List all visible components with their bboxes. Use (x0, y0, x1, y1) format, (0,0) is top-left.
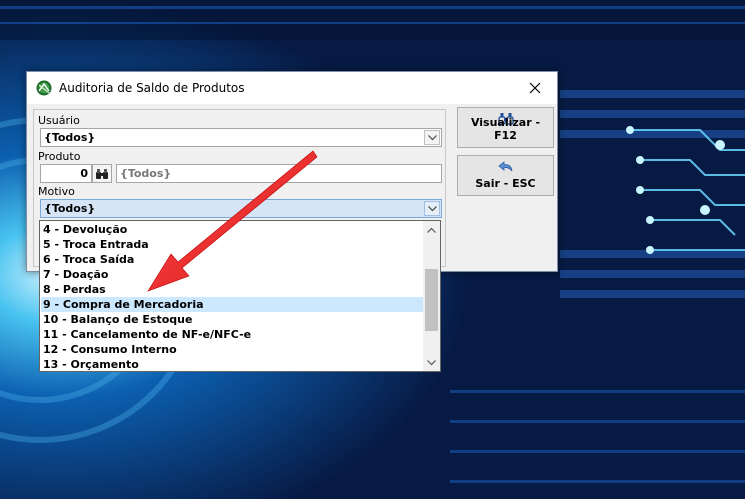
sair-label: Sair - ESC (475, 177, 536, 190)
chevron-down-icon (427, 359, 436, 365)
dropdown-scrollbar[interactable] (423, 221, 440, 371)
produto-label: Produto (38, 150, 81, 163)
usuario-select[interactable]: {Todos} (40, 128, 442, 147)
motivo-value: {Todos} (44, 202, 96, 215)
usuario-dropdown-button[interactable] (424, 130, 440, 145)
visualizar-label: Visualizar - F12 (470, 116, 541, 142)
dropdown-option[interactable]: 12 - Consumo Interno (41, 342, 424, 357)
dropdown-option[interactable]: 4 - Devolução (41, 222, 424, 237)
visualizar-button[interactable]: Visualizar - F12 (457, 107, 554, 148)
dropdown-option[interactable]: 9 - Compra de Mercadoria (41, 297, 424, 312)
motivo-select[interactable]: {Todos} (40, 199, 442, 218)
motivo-dropdown-button[interactable] (424, 201, 440, 216)
produto-name-field: {Todos} (116, 164, 442, 183)
dropdown-option[interactable]: 6 - Troca Saída (41, 252, 424, 267)
scroll-up-button[interactable] (423, 221, 440, 238)
usuario-value: {Todos} (44, 131, 96, 144)
dropdown-option[interactable]: 5 - Troca Entrada (41, 237, 424, 252)
scroll-thumb[interactable] (425, 269, 438, 331)
binoculars-icon (96, 168, 108, 179)
chevron-down-icon (427, 205, 437, 211)
produto-search-button[interactable] (92, 164, 112, 183)
chevron-down-icon (427, 134, 437, 140)
close-button[interactable] (513, 72, 557, 103)
sair-button[interactable]: Sair - ESC (457, 155, 554, 196)
scroll-down-button[interactable] (423, 354, 440, 371)
back-arrow-icon (497, 161, 512, 172)
app-logo-icon (36, 80, 52, 96)
motivo-dropdown-list[interactable]: 4 - Devolução 5 - Troca Entrada 6 - Troca … (39, 220, 441, 372)
title-bar: Auditoria de Saldo de Produtos (27, 72, 557, 104)
produto-code-value: 0 (80, 167, 88, 180)
window-title: Auditoria de Saldo de Produtos (59, 81, 245, 95)
dropdown-option[interactable]: 13 - Orçamento (41, 357, 424, 372)
motivo-label: Motivo (38, 185, 75, 198)
dropdown-option[interactable]: 11 - Cancelamento de NF-e/NFC-e (41, 327, 424, 342)
dropdown-option[interactable]: 10 - Balanço de Estoque (41, 312, 424, 327)
dropdown-option[interactable]: 8 - Perdas (41, 282, 424, 297)
produto-name-value: {Todos} (120, 167, 172, 180)
close-icon (529, 82, 541, 93)
usuario-label: Usuário (38, 114, 80, 127)
produto-code-input[interactable]: 0 (40, 164, 92, 183)
chevron-up-icon (427, 227, 436, 233)
dropdown-option[interactable]: 7 - Doação (41, 267, 424, 282)
